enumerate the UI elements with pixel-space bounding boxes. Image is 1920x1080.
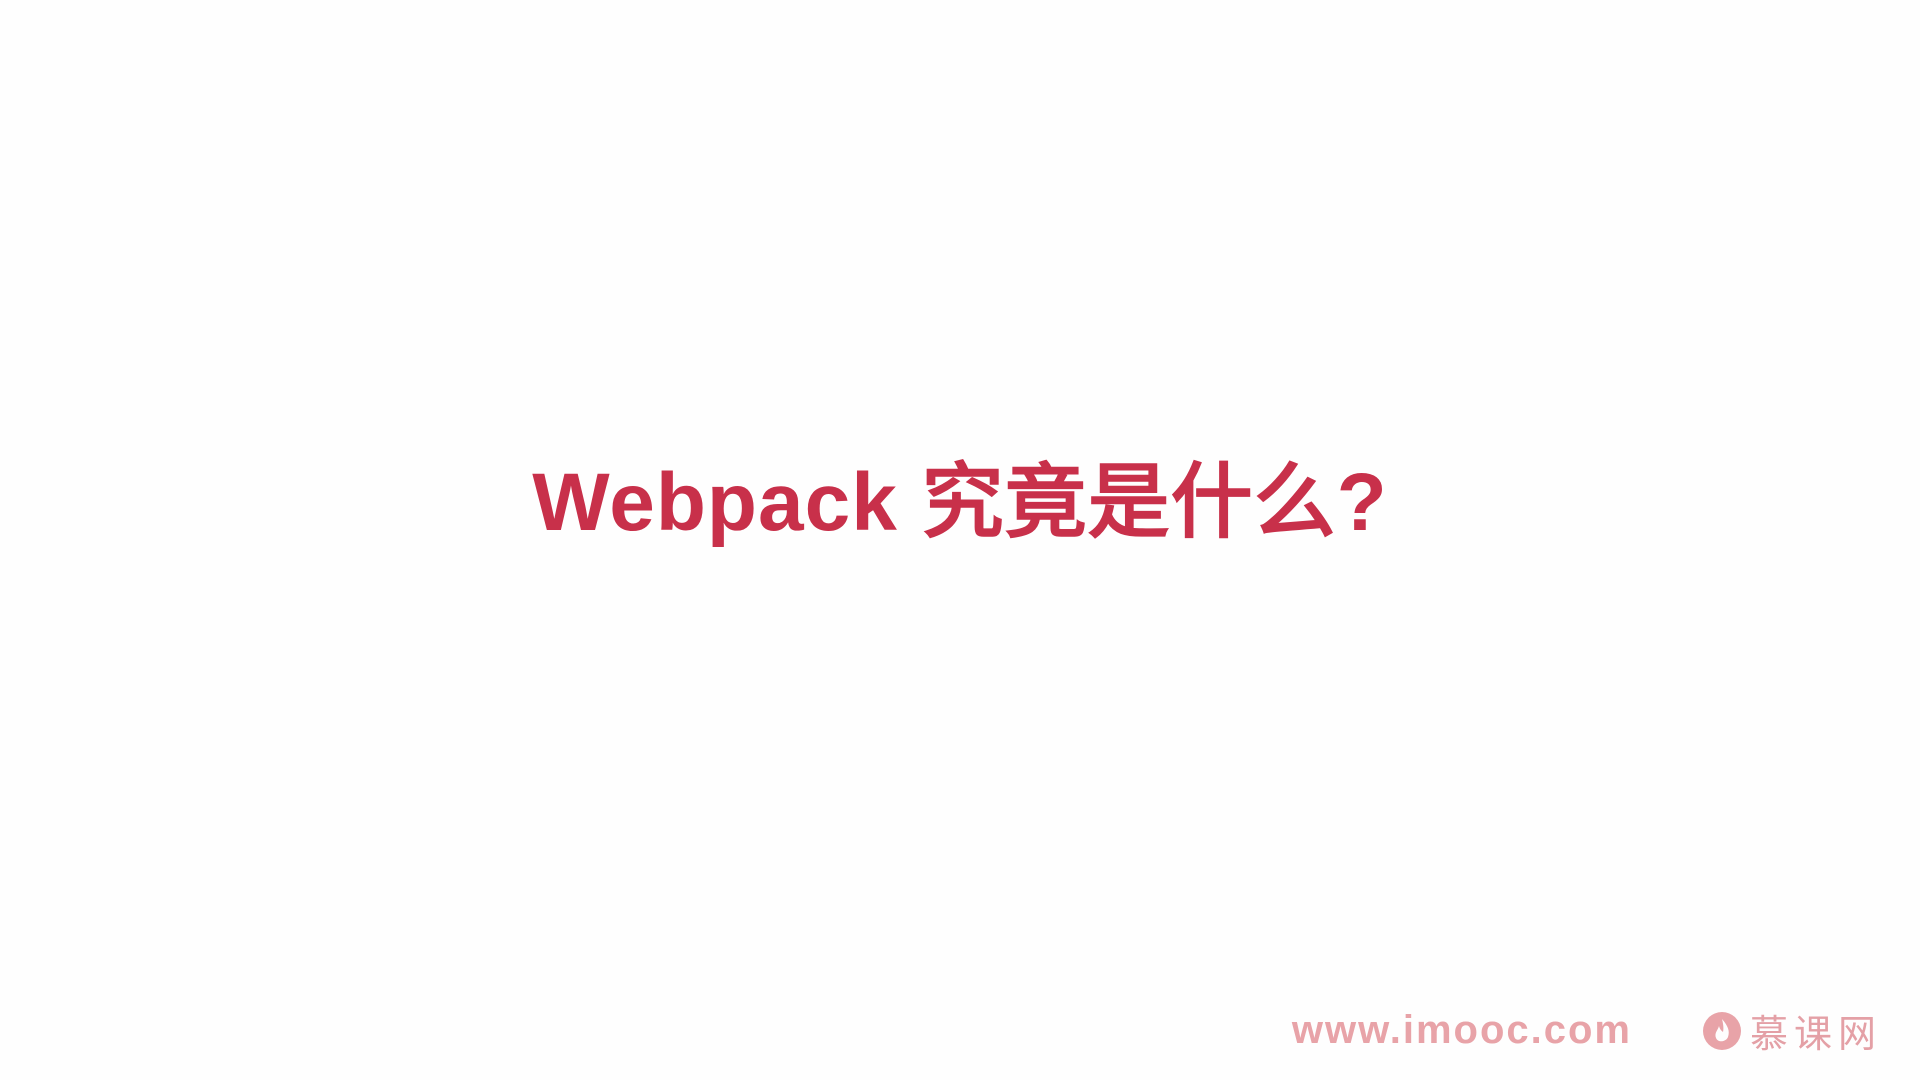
watermark-brand: 慕课网 [1749, 1012, 1882, 1056]
slide-title: Webpack 究竟是什么? [532, 457, 1388, 548]
video-slide: Webpack 究竟是什么? www.imooc.com 慕课网 [0, 0, 1920, 1080]
watermark-url: www.imooc.com [1291, 1008, 1632, 1052]
imooc-logo: 慕课网 [1702, 1003, 1882, 1058]
imooc-watermark: www.imooc.com 慕课网 [1292, 1003, 1882, 1058]
imooc-flame-logo-icon [1702, 1011, 1742, 1051]
